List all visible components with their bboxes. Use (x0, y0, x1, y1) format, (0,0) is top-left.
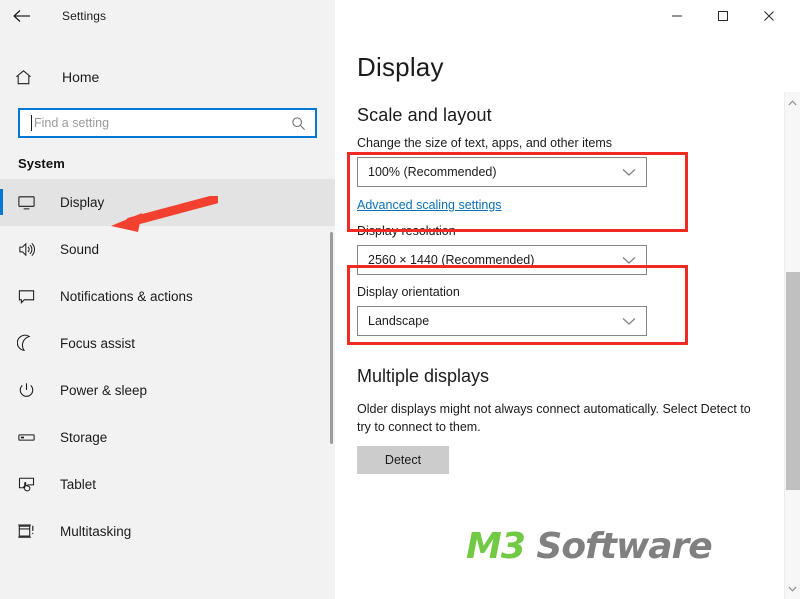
advanced-scaling-settings-link[interactable]: Advanced scaling settings (357, 198, 502, 212)
display-resolution-label: Display resolution (357, 224, 456, 238)
multiple-displays-description: Older displays might not always connect … (357, 402, 751, 435)
sidebar-item-display[interactable]: Display (0, 179, 335, 226)
window-title: Settings (62, 9, 107, 23)
minimize-icon (672, 15, 682, 17)
home-icon (14, 68, 42, 87)
scale-label: Change the size of text, apps, and other… (357, 136, 613, 150)
chevron-down-icon (622, 168, 636, 177)
maximize-icon (718, 11, 728, 21)
moon-icon (14, 334, 38, 353)
display-resolution-value: 2560 × 1440 (Recommended) (368, 253, 535, 267)
power-icon (14, 381, 38, 400)
close-button[interactable] (746, 1, 792, 31)
main-content: Display Scale and layout Change the size… (335, 32, 800, 599)
drive-icon (14, 428, 38, 447)
sidebar-item-focus-assist[interactable]: Focus assist (0, 320, 335, 367)
sidebar-item-home[interactable]: Home (0, 60, 335, 94)
detect-button[interactable]: Detect (357, 446, 449, 475)
sidebar-item-sound[interactable]: Sound (0, 226, 335, 273)
chevron-down-icon (622, 256, 636, 265)
chevron-down-icon (622, 317, 636, 326)
sidebar-item-label: Storage (60, 430, 108, 445)
sidebar-item-notifications-actions[interactable]: Notifications & actions (0, 273, 335, 320)
sidebar: Home Find a setting System Display Sound… (0, 32, 335, 599)
scale-and-layout-heading: Scale and layout (357, 105, 492, 125)
scale-dropdown[interactable]: 100% (Recommended) (357, 157, 647, 187)
sidebar-item-label: Notifications & actions (60, 289, 193, 304)
sidebar-item-label: Sound (60, 242, 100, 257)
multiple-displays-heading: Multiple displays (357, 366, 490, 386)
minimize-button[interactable] (654, 1, 700, 31)
scrollbar-down-arrow[interactable] (785, 580, 800, 597)
back-arrow-icon (13, 10, 30, 22)
display-resolution-dropdown[interactable]: 2560 × 1440 (Recommended) (357, 245, 647, 275)
search-input[interactable]: Find a setting (18, 108, 317, 138)
display-orientation-dropdown[interactable]: Landscape (357, 306, 647, 336)
window-controls (654, 0, 792, 32)
back-button[interactable] (0, 1, 44, 31)
main-scrollbar[interactable] (784, 92, 800, 599)
settings-window: Settings Home Find a setting System Disp… (0, 0, 800, 599)
sidebar-scrollbar-thumb[interactable] (330, 232, 333, 444)
scrollbar-up-arrow[interactable] (785, 94, 800, 111)
multitasking-icon (14, 522, 38, 541)
text-caret (31, 115, 32, 131)
sidebar-item-label: Power & sleep (60, 383, 148, 398)
notification-icon (14, 287, 38, 306)
monitor-icon (14, 193, 38, 212)
sidebar-nav: Display Sound Notifications & actions Fo… (0, 179, 335, 555)
sidebar-item-storage[interactable]: Storage (0, 414, 335, 461)
display-orientation-label: Display orientation (357, 285, 460, 299)
sidebar-item-multitasking[interactable]: Multitasking (0, 508, 335, 555)
sidebar-scrollbar[interactable] (328, 32, 335, 599)
main-scrollbar-thumb[interactable] (786, 272, 800, 490)
sidebar-section-title: System (18, 156, 65, 171)
page-title: Display (357, 52, 444, 82)
chevron-down-icon (788, 586, 797, 592)
sidebar-item-label: Focus assist (60, 336, 136, 351)
sidebar-item-label: Multitasking (60, 524, 132, 539)
chevron-up-icon (788, 99, 797, 105)
sidebar-item-power-sleep[interactable]: Power & sleep (0, 367, 335, 414)
home-label: Home (62, 69, 100, 85)
title-bar: Settings (0, 0, 800, 32)
search-placeholder: Find a setting (34, 116, 110, 130)
display-orientation-value: Landscape (368, 314, 430, 328)
sidebar-item-label: Tablet (60, 477, 97, 492)
search-icon (291, 116, 306, 131)
title-bar-left: Settings (0, 0, 335, 32)
maximize-button[interactable] (700, 1, 746, 31)
close-icon (764, 11, 774, 21)
speaker-icon (14, 240, 38, 259)
scale-value: 100% (Recommended) (368, 165, 497, 179)
sidebar-item-label: Display (60, 195, 105, 210)
tablet-icon (14, 475, 38, 494)
sidebar-item-tablet[interactable]: Tablet (0, 461, 335, 508)
